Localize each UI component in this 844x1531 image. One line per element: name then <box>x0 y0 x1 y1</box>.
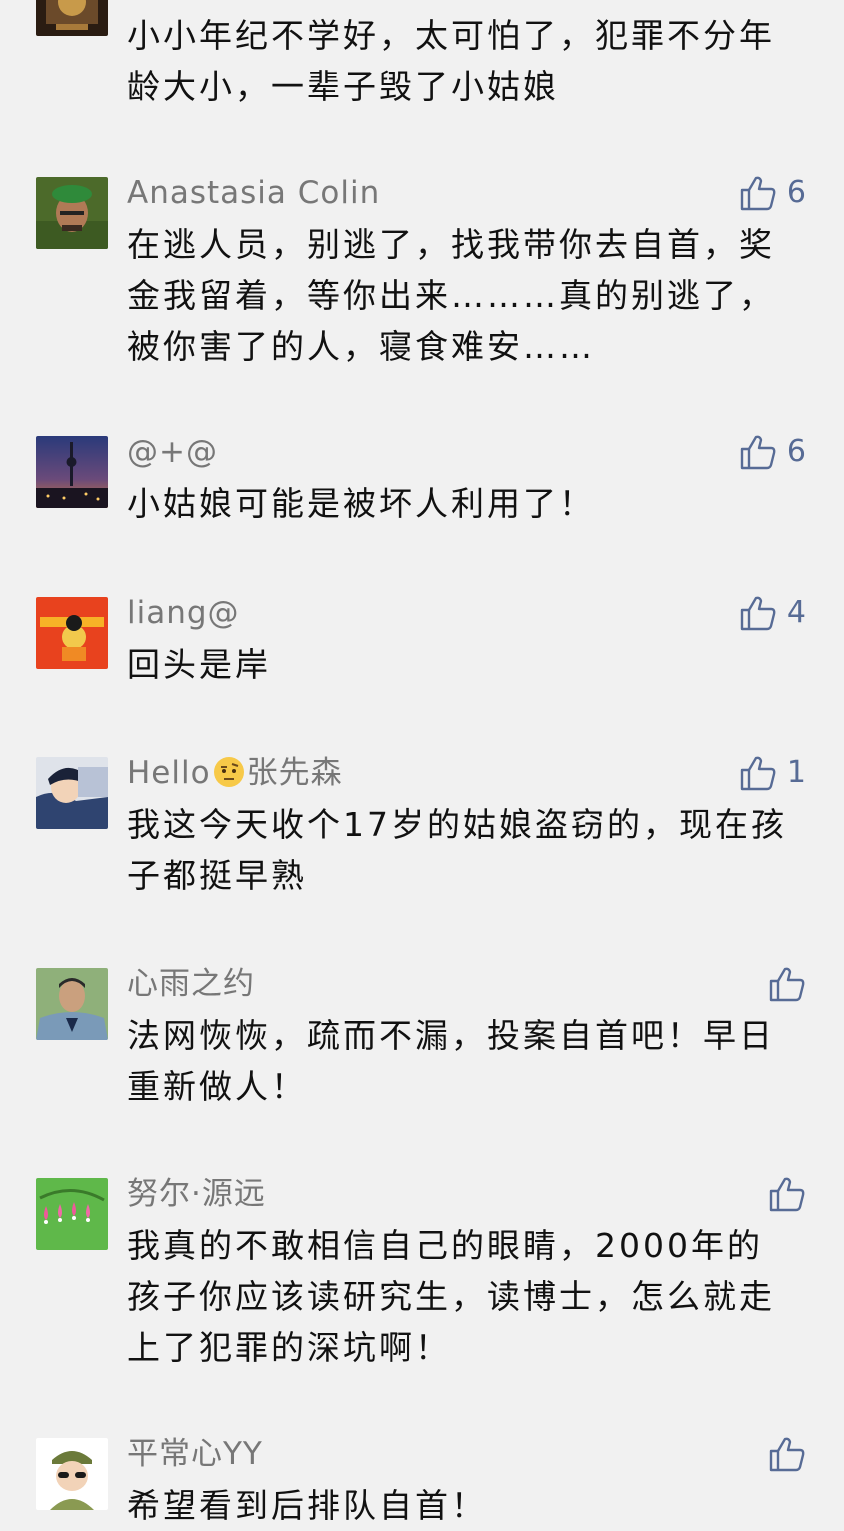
commenter-name-part: Hello <box>127 755 211 791</box>
comment-text: 小小年纪不学好，太可怕了，犯罪不分年龄大小，一辈子毁了小姑娘 <box>127 16 775 106</box>
comment-text: 在逃人员，别逃了，找我带你去自首，奖金我留着，等你出来………真的别逃了，被你害了… <box>127 225 775 366</box>
like-button[interactable] <box>768 1174 806 1214</box>
comment-text: 希望看到后排队自首！ <box>127 1486 487 1525</box>
thumbs-up-icon <box>768 1435 806 1473</box>
commenter-name[interactable]: liang@ <box>127 593 240 633</box>
man-green-hat-avatar[interactable] <box>36 177 108 249</box>
comment-text: 小姑娘可能是被坏人利用了！ <box>127 484 595 523</box>
temple-avatar[interactable] <box>36 0 108 36</box>
officer-photo-avatar[interactable] <box>36 968 108 1040</box>
commenter-name[interactable]: 努尔·源远 <box>127 1174 266 1214</box>
like-button[interactable]: 6 <box>739 173 806 213</box>
comment-text: 回头是岸 <box>127 645 271 684</box>
commenter-name[interactable]: @+@ <box>127 432 218 472</box>
like-button[interactable] <box>768 964 806 1004</box>
commenter-name[interactable]: 平常心YY <box>127 1434 263 1474</box>
comment-text: 我真的不敢相信自己的眼睛，2000年的孩子你应该读研究生，读博士，怎么就走上了犯… <box>127 1226 775 1367</box>
commenter-name[interactable]: Hello 张先森 <box>127 753 343 793</box>
commenter-name-part: 张先森 <box>246 755 343 791</box>
dragon-ball-avatar[interactable] <box>36 597 108 669</box>
commenter-name[interactable]: 心雨之约 <box>127 964 255 1004</box>
raised-eyebrow-emoji <box>213 756 245 788</box>
like-button[interactable]: 4 <box>739 593 806 633</box>
thumbs-up-icon <box>739 174 777 212</box>
like-button[interactable] <box>768 1434 806 1474</box>
thumbs-up-icon <box>768 965 806 1003</box>
like-count: 6 <box>786 434 806 469</box>
thumbs-up-icon <box>768 1175 806 1213</box>
thumbs-up-icon <box>739 433 777 471</box>
thumbs-up-icon <box>739 594 777 632</box>
soldier-cartoon-avatar[interactable] <box>36 1438 108 1510</box>
like-count: 1 <box>786 755 806 790</box>
thumbs-up-icon <box>739 754 777 792</box>
police-cartoon-avatar[interactable] <box>36 757 108 829</box>
flower-avatar[interactable] <box>36 1178 108 1250</box>
like-count: 4 <box>786 595 806 630</box>
commenter-name[interactable]: Anastasia Colin <box>127 173 380 213</box>
comment-text: 我这今天收个17岁的姑娘盗窃的，现在孩子都挺早熟 <box>127 805 787 895</box>
comment-text: 法网恢恢，疏而不漏，投案自首吧！早日重新做人！ <box>127 1016 775 1106</box>
like-button[interactable]: 6 <box>739 432 806 472</box>
like-count: 6 <box>786 175 806 210</box>
like-button[interactable]: 1 <box>739 753 806 793</box>
city-tower-avatar[interactable] <box>36 436 108 508</box>
